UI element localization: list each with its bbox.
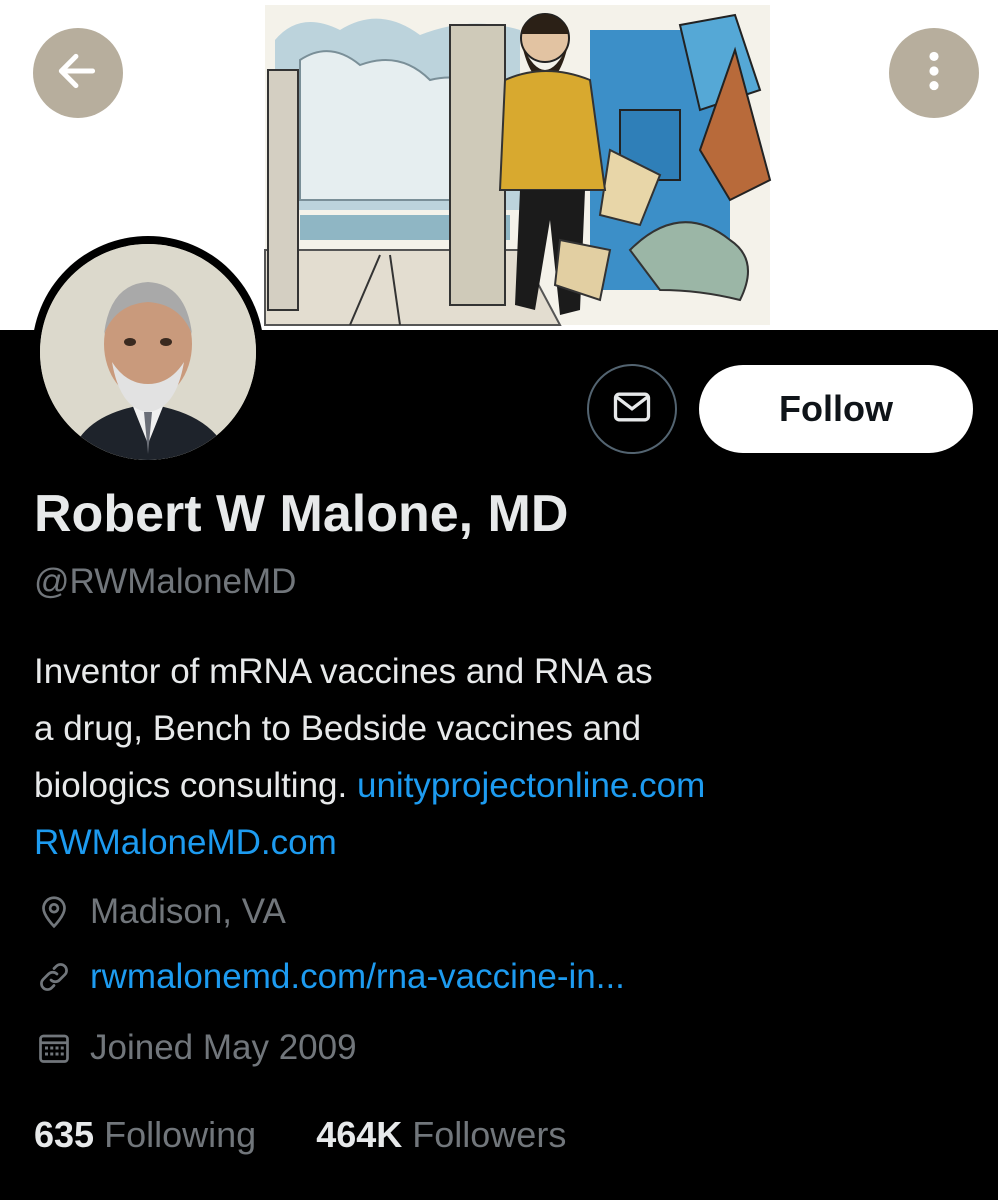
avatar[interactable] bbox=[32, 236, 264, 468]
profile-joined-date: Joined May 2009 bbox=[34, 1028, 357, 1068]
following-link[interactable]: 635 Following bbox=[34, 1114, 266, 1155]
following-count: 635 bbox=[34, 1114, 95, 1155]
avatar-photo bbox=[40, 244, 256, 460]
location-pin-icon bbox=[34, 892, 74, 932]
back-button[interactable] bbox=[33, 28, 123, 118]
display-name: Robert W Malone, MD bbox=[34, 485, 569, 543]
bio-line: Inventor of mRNA vaccines and RNA as bbox=[34, 652, 653, 691]
location-text: Madison, VA bbox=[90, 892, 286, 931]
bio-link-unityproject[interactable]: unityprojectonline.com bbox=[357, 766, 705, 805]
bio-link-website[interactable]: RWMaloneMD.com bbox=[34, 823, 337, 862]
more-vertical-icon bbox=[909, 46, 959, 101]
calendar-icon bbox=[34, 1028, 74, 1068]
follow-button[interactable]: Follow bbox=[699, 365, 973, 453]
envelope-icon bbox=[610, 385, 654, 434]
bio: Inventor of mRNA vaccines and RNA as a d… bbox=[34, 643, 934, 871]
joined-text: Joined May 2009 bbox=[90, 1028, 357, 1067]
message-button[interactable] bbox=[587, 364, 677, 454]
following-label: Following bbox=[104, 1114, 257, 1155]
bio-line: a drug, Bench to Bedside vaccines and bbox=[34, 709, 642, 748]
profile-location: Madison, VA bbox=[34, 892, 286, 932]
link-icon bbox=[34, 957, 74, 997]
arrow-left-icon bbox=[53, 46, 103, 101]
followers-count: 464K bbox=[316, 1114, 403, 1155]
profile-stats: 635 Following 464K Followers bbox=[34, 1114, 566, 1156]
user-handle: @RWMaloneMD bbox=[34, 562, 297, 601]
followers-label: Followers bbox=[412, 1114, 567, 1155]
bio-line: biologics consulting. bbox=[34, 766, 348, 805]
website-link[interactable]: rwmalonemd.com/rna-vaccine-in... bbox=[90, 957, 625, 997]
more-options-button[interactable] bbox=[889, 28, 979, 118]
followers-link[interactable]: 464K Followers bbox=[316, 1114, 566, 1155]
profile-website[interactable]: rwmalonemd.com/rna-vaccine-in... bbox=[34, 957, 625, 997]
